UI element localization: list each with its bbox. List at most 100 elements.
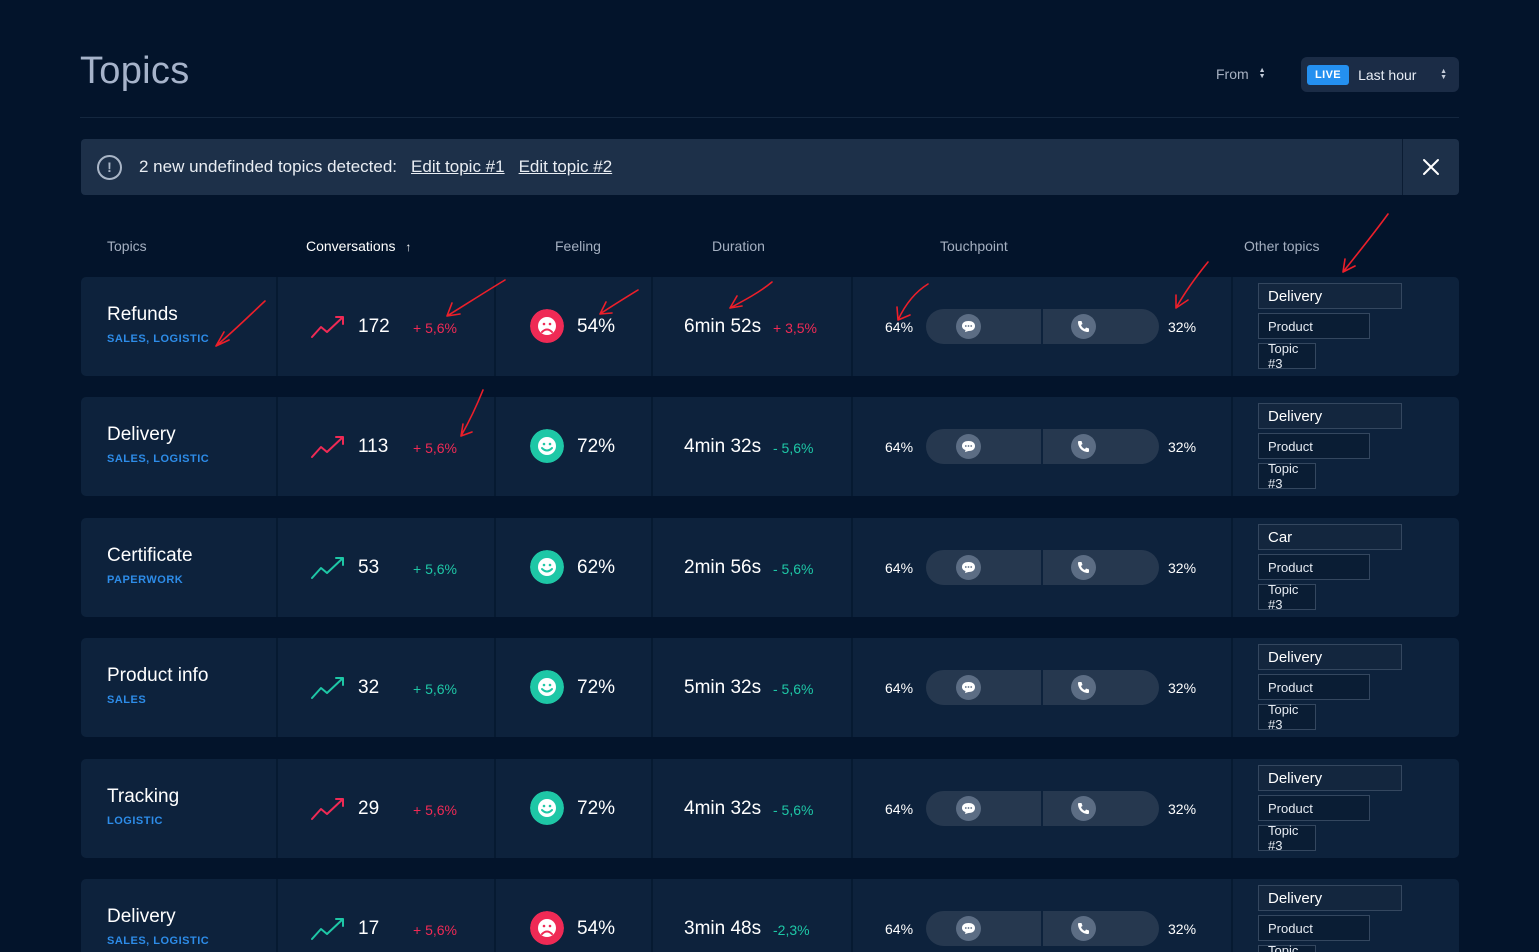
- column-divider: [276, 518, 278, 617]
- conversation-delta: + 5,6%: [413, 561, 457, 577]
- conversation-count: 53: [358, 557, 380, 578]
- alert-message: 2 new undefinded topics detected:: [139, 157, 398, 176]
- other-topic-chip[interactable]: Product: [1258, 795, 1370, 821]
- touchpoint-bar: [926, 550, 1159, 585]
- column-divider: [276, 879, 278, 952]
- duration-value: 2min 56s: [684, 557, 762, 578]
- topic-name[interactable]: Refunds: [107, 304, 178, 326]
- sad-face-icon: [530, 309, 564, 343]
- touchpoint-chat-percent: 64%: [885, 921, 914, 937]
- column-header-duration[interactable]: Duration: [712, 238, 765, 254]
- duration-value: 4min 32s: [684, 436, 762, 457]
- feeling-value: 72%: [577, 798, 616, 819]
- duration-delta: - 5,6%: [773, 561, 814, 577]
- duration-value: 6min 52s: [684, 316, 762, 337]
- touchpoint-chat-percent: 64%: [885, 439, 914, 455]
- column-divider: [851, 518, 853, 617]
- trend-up-icon: [311, 918, 344, 940]
- other-topic-chip[interactable]: Topic #3: [1258, 702, 1316, 732]
- from-select[interactable]: From ▲ ▼: [1216, 66, 1266, 82]
- touchpoint-phone-percent: 32%: [1168, 439, 1197, 455]
- other-topic-chip[interactable]: Delivery: [1258, 885, 1402, 911]
- other-topic-chip[interactable]: Topic #3: [1258, 341, 1316, 371]
- other-topic-chip[interactable]: Topic #3: [1258, 461, 1316, 491]
- happy-face-icon: [530, 670, 564, 704]
- conversation-count: 29: [358, 798, 380, 819]
- column-divider: [494, 759, 496, 858]
- topic-name[interactable]: Certificate: [107, 545, 193, 567]
- other-topic-chip[interactable]: Product: [1258, 433, 1370, 459]
- other-topic-chip[interactable]: Topic #3: [1258, 823, 1316, 853]
- duration-delta: - 5,6%: [773, 802, 814, 818]
- chat-icon: [956, 916, 981, 941]
- column-header-conversations[interactable]: Conversations ↑: [306, 238, 411, 254]
- topic-tags: SALES, LOGISTIC: [107, 333, 210, 345]
- select-arrows-icon: ▲ ▼: [1440, 68, 1447, 81]
- feeling-value: 54%: [577, 918, 616, 939]
- conversation-count: 32: [358, 677, 380, 698]
- topic-tags: PAPERWORK: [107, 574, 184, 586]
- other-topic-chip[interactable]: Topic #3: [1258, 582, 1316, 612]
- other-topic-chip[interactable]: Product: [1258, 915, 1370, 941]
- conversation-delta: + 5,6%: [413, 320, 457, 336]
- from-label: From: [1216, 66, 1249, 82]
- topic-name[interactable]: Product info: [107, 665, 208, 687]
- trend-up-icon: [311, 557, 344, 579]
- column-header-touchpoint[interactable]: Touchpoint: [940, 238, 1008, 254]
- duration-delta: - 5,6%: [773, 681, 814, 697]
- chat-icon: [956, 314, 981, 339]
- other-topic-chip[interactable]: Delivery: [1258, 403, 1402, 429]
- touchpoint-separator: [1041, 309, 1043, 344]
- feeling-value: 54%: [577, 316, 616, 337]
- topic-tags: SALES, LOGISTIC: [107, 935, 210, 947]
- topic-tags: SALES, LOGISTIC: [107, 453, 210, 465]
- edit-topic-1-link[interactable]: Edit topic #1: [411, 157, 505, 177]
- column-header-feeling[interactable]: Feeling: [555, 238, 601, 254]
- topic-name[interactable]: Delivery: [107, 906, 176, 928]
- table-row[interactable]: Delivery SALES, LOGISTIC 17 + 5,6% 54% 3min 4…: [81, 879, 1459, 952]
- column-header-other-topics[interactable]: Other topics: [1244, 238, 1319, 254]
- table-row[interactable]: Delivery SALES, LOGISTIC 113 + 5,6% 72% 4min …: [81, 397, 1459, 496]
- chat-icon: [956, 675, 981, 700]
- phone-icon: [1071, 314, 1096, 339]
- other-topic-chip[interactable]: Delivery: [1258, 644, 1402, 670]
- touchpoint-separator: [1041, 670, 1043, 705]
- table-row[interactable]: Certificate PAPERWORK 53 + 5,6% 62% 2min 56s -…: [81, 518, 1459, 617]
- chat-icon: [956, 555, 981, 580]
- table-row[interactable]: Tracking LOGISTIC 29 + 5,6% 72% 4min 32s - 5,6…: [81, 759, 1459, 858]
- phone-icon: [1071, 434, 1096, 459]
- phone-icon: [1071, 555, 1096, 580]
- column-divider: [851, 879, 853, 952]
- time-range-select[interactable]: LIVE Last hour ▲ ▼: [1301, 57, 1459, 92]
- edit-topic-2-link[interactable]: Edit topic #2: [519, 157, 613, 177]
- other-topic-chip[interactable]: Topic #3: [1258, 943, 1316, 952]
- column-divider: [1231, 879, 1233, 952]
- column-divider: [851, 759, 853, 858]
- column-divider: [276, 759, 278, 858]
- topic-name[interactable]: Delivery: [107, 424, 176, 446]
- touchpoint-phone-percent: 32%: [1168, 680, 1197, 696]
- time-range-label: Last hour: [1358, 66, 1417, 83]
- topic-tags: LOGISTIC: [107, 815, 163, 827]
- column-divider: [494, 518, 496, 617]
- conversation-delta: + 5,6%: [413, 681, 457, 697]
- other-topic-chip[interactable]: Product: [1258, 313, 1370, 339]
- other-topic-chip[interactable]: Delivery: [1258, 765, 1402, 791]
- topic-name[interactable]: Tracking: [107, 786, 179, 808]
- select-arrows-icon: ▲ ▼: [1258, 67, 1266, 80]
- feeling-value: 72%: [577, 436, 616, 457]
- trend-up-icon: [311, 677, 344, 699]
- phone-icon: [1071, 796, 1096, 821]
- table-row[interactable]: Refunds SALES, LOGISTIC 172 + 5,6% 54% 6min 5…: [81, 277, 1459, 376]
- feeling-value: 62%: [577, 557, 616, 578]
- other-topic-chip[interactable]: Delivery: [1258, 283, 1402, 309]
- other-topic-chip[interactable]: Car: [1258, 524, 1402, 550]
- table-row[interactable]: Product info SALES 32 + 5,6% 72% 5min 32s - 5,…: [81, 638, 1459, 737]
- column-header-topics[interactable]: Topics: [107, 238, 147, 254]
- conversation-delta: + 5,6%: [413, 922, 457, 938]
- other-topic-chip[interactable]: Product: [1258, 674, 1370, 700]
- sort-ascending-icon: ↑: [405, 240, 412, 254]
- close-alert-button[interactable]: [1402, 139, 1459, 195]
- other-topic-chip[interactable]: Product: [1258, 554, 1370, 580]
- duration-delta: + 3,5%: [773, 320, 817, 336]
